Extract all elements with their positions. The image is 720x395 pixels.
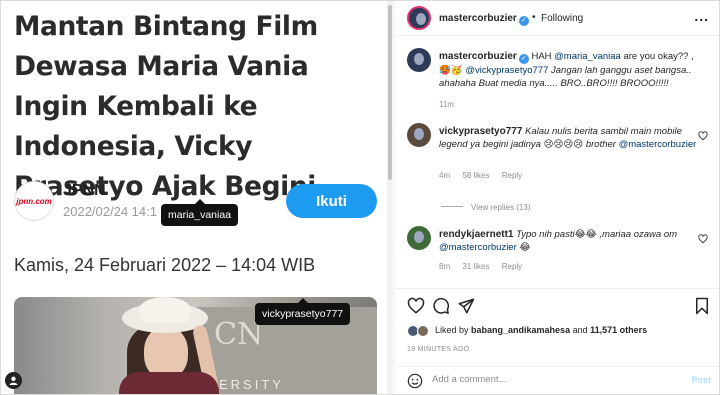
comment-username[interactable]: mastercorbuzier (439, 51, 517, 62)
comment-emoji: 😂 (519, 242, 531, 253)
comment-text: rendykjaernett1 Typo nih pasti😂😂 ,mariaa… (439, 228, 701, 254)
mention-link[interactable]: @mastercorbuzier (439, 242, 517, 253)
post-button[interactable]: Post (691, 375, 711, 385)
avatar[interactable] (407, 48, 431, 72)
source-date: 2022/02/24 14:1 (63, 204, 157, 219)
add-comment-input[interactable] (432, 374, 672, 385)
publish-date: Kamis, 24 Februari 2022 – 14:04 WIB (14, 255, 316, 275)
header-dot: • (532, 12, 536, 23)
comment-meta: 11m (439, 100, 464, 109)
view-replies-link[interactable]: View replies (13) (441, 203, 530, 212)
comment-username[interactable]: vickyprasetyo777 (439, 126, 522, 137)
photo-wall-subtext: ERSITY (219, 377, 284, 392)
comment-meta: 4m 58 likes Reply (439, 171, 532, 180)
scrollbar-thumb[interactable] (388, 5, 392, 180)
avatar[interactable] (407, 226, 431, 250)
comment-icon[interactable] (432, 297, 450, 315)
liked-by-prefix: Liked by (435, 325, 472, 335)
reply-button[interactable]: Reply (502, 262, 522, 271)
share-icon[interactable] (457, 297, 475, 315)
post-header: mastercorbuzier ✓ • Following ... (395, 1, 719, 36)
comment-username[interactable]: rendykjaernett1 (439, 229, 513, 240)
comment-heart-icon[interactable] (698, 234, 708, 244)
follow-button[interactable]: Ikuti (286, 184, 377, 218)
photo-hat-crown (139, 297, 191, 323)
article-panel: Mantan Bintang Film Dewasa Maria Vania I… (1, 1, 394, 394)
comment-meta: 8m 31 likes Reply (439, 262, 532, 271)
verified-badge-icon: ✓ (518, 16, 529, 26)
comment-text: mastercorbuzier ✓ HAH @maria_vaniaa are y… (439, 50, 701, 90)
comment-body-start: HAH (531, 51, 555, 62)
bookmark-icon[interactable] (693, 297, 711, 315)
comment-time[interactable]: 4m (439, 171, 450, 180)
liked-by-mid: and (570, 325, 591, 335)
article-scrollbar[interactable] (387, 1, 393, 394)
heart-icon[interactable] (407, 297, 425, 315)
liked-by-count[interactable]: 11,571 others (590, 325, 647, 335)
screenshot-frame: Mantan Bintang Film Dewasa Maria Vania I… (0, 0, 720, 395)
photo-tag-maria[interactable]: maria_vaniaa (161, 199, 239, 226)
comment-time[interactable]: 8m (439, 262, 450, 271)
liker-avatar (417, 325, 429, 337)
liked-by-text[interactable]: Liked by babang_andikamahesa and 11,571 … (435, 325, 647, 335)
instagram-post-panel: mastercorbuzier ✓ • Following ... masterc… (394, 1, 719, 394)
comment-text: vickyprasetyo777 Kalau nulis berita samb… (439, 125, 701, 151)
source-name[interactable]: JPNN (63, 182, 106, 200)
header-username-text[interactable]: mastercorbuzier (439, 13, 517, 24)
comment-likes[interactable]: 58 likes (462, 171, 489, 180)
avatar[interactable] (407, 6, 431, 30)
mention-link[interactable]: @maria_vaniaa (554, 51, 621, 62)
comment-item: vickyprasetyo777 Kalau nulis berita samb… (407, 123, 710, 183)
add-comment-bar: Post (395, 366, 719, 394)
reply-button[interactable]: Reply (502, 171, 522, 180)
liked-by-user[interactable]: babang_andikamahesa (471, 325, 570, 335)
following-button[interactable]: Following (541, 13, 583, 24)
article-headline: Mantan Bintang Film Dewasa Maria Vania I… (14, 11, 318, 202)
verified-badge-icon: ✓ (518, 54, 529, 64)
comment-caption: mastercorbuzier ✓ HAH @maria_vaniaa are y… (407, 48, 710, 109)
avatar[interactable] (407, 123, 431, 147)
mention-link[interactable]: @vickyprasetyo777 (465, 65, 548, 76)
comment-heart-icon[interactable] (698, 131, 708, 141)
emoji-icon[interactable] (407, 373, 423, 389)
photo-tag-vicky[interactable]: vickyprasetyo777 (255, 298, 351, 325)
comment-time[interactable]: 11m (439, 100, 454, 109)
header-username[interactable]: mastercorbuzier ✓ (439, 13, 529, 26)
photo-dress (119, 372, 219, 394)
more-options-icon[interactable]: ... (694, 8, 709, 24)
comment-likes[interactable]: 31 likes (462, 262, 489, 271)
post-time-ago[interactable]: 19 MINUTES AGO (407, 346, 470, 353)
post-actions: Liked by babang_andikamahesa and 11,571 … (395, 288, 719, 374)
comment-item: rendykjaernett1 Typo nih pasti😂😂 ,mariaa… (407, 226, 710, 276)
user-tag-icon[interactable] (5, 372, 22, 389)
mention-link[interactable]: @mastercorbuzier (619, 139, 697, 150)
source-logo[interactable]: jpnn.com (14, 181, 54, 221)
comment-body: Typo nih pasti😂😂 ,mariaa ozawa om (516, 229, 678, 240)
